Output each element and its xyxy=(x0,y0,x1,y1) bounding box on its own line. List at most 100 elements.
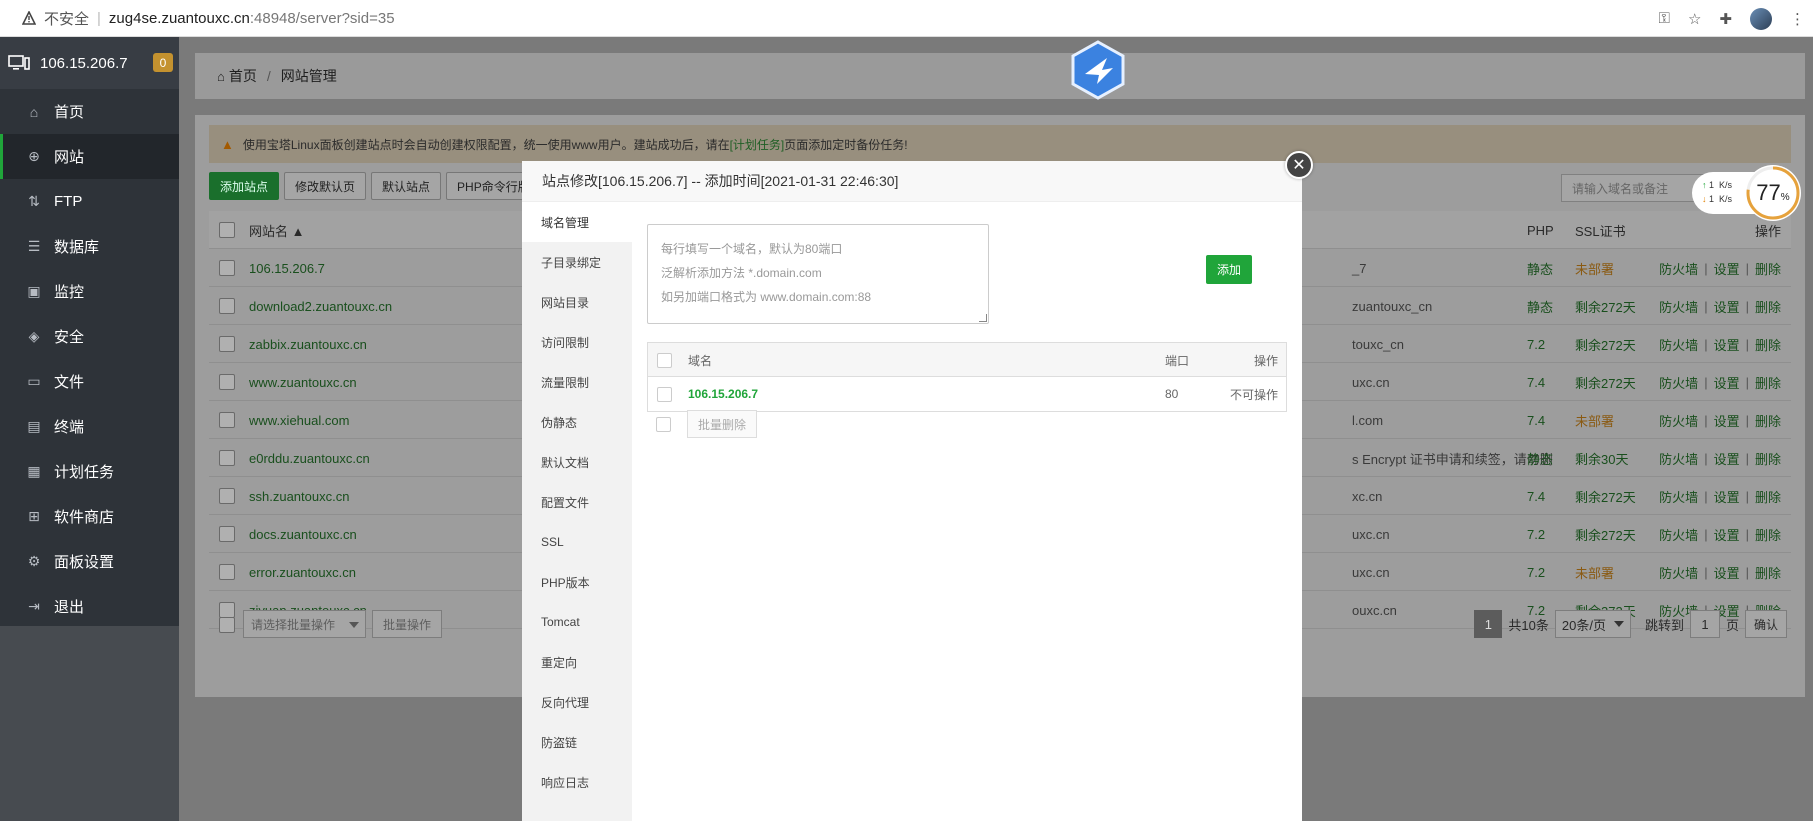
php-version[interactable]: 7.4 xyxy=(1527,477,1545,515)
firewall-link[interactable]: 防火墙 xyxy=(1659,373,1698,392)
delete-link[interactable]: 删除 xyxy=(1755,449,1781,468)
sidebar-item-security[interactable]: ◈ 安全 xyxy=(0,314,179,359)
breadcrumb-home[interactable]: 首页 xyxy=(229,66,257,86)
row-checkbox[interactable] xyxy=(219,260,235,276)
jump-confirm-button[interactable]: 确认 xyxy=(1744,610,1787,638)
modal-tab[interactable]: 伪静态 xyxy=(522,402,632,442)
sidebar-item-terminal[interactable]: ▤ 终端 xyxy=(0,404,179,449)
domain-value[interactable]: 106.15.206.7 xyxy=(688,377,758,411)
row-checkbox[interactable] xyxy=(219,336,235,352)
sidebar-item-logout[interactable]: ⇥ 退出 xyxy=(0,584,179,629)
delete-link[interactable]: 删除 xyxy=(1755,487,1781,506)
ssl-status[interactable]: 剩余30天 xyxy=(1575,439,1628,477)
site-name-link[interactable]: www.zuantouxc.cn xyxy=(249,363,357,401)
firewall-link[interactable]: 防火墙 xyxy=(1659,259,1698,278)
site-name-link[interactable]: docs.zuantouxc.cn xyxy=(249,515,357,553)
row-checkbox[interactable] xyxy=(219,412,235,428)
modal-tab[interactable]: 网站目录 xyxy=(522,282,632,322)
settings-link[interactable]: 设置 xyxy=(1714,297,1740,316)
delete-link[interactable]: 删除 xyxy=(1755,525,1781,544)
delete-link[interactable]: 删除 xyxy=(1755,335,1781,354)
add-site-button[interactable]: 添加站点 xyxy=(209,172,280,200)
key-icon[interactable]: ⚿ xyxy=(1659,10,1670,27)
default-site-button[interactable]: 默认站点 xyxy=(371,172,442,200)
domain-row-checkbox[interactable] xyxy=(657,386,672,402)
modal-tab[interactable]: 响应日志 xyxy=(522,762,632,802)
sidebar-item-monitor[interactable]: ▣ 监控 xyxy=(0,269,179,314)
star-icon[interactable]: ☆ xyxy=(1688,10,1701,28)
row-checkbox[interactable] xyxy=(219,450,235,466)
site-name-link[interactable]: download2.zuantouxc.cn xyxy=(249,287,392,325)
batch-operation-button[interactable]: 批量操作 xyxy=(372,610,443,638)
ssl-status[interactable]: 剩余272天 xyxy=(1575,477,1636,515)
site-name-link[interactable]: 106.15.206.7 xyxy=(249,249,325,287)
modal-tab[interactable]: 配置文件 xyxy=(522,482,632,522)
delete-link[interactable]: 删除 xyxy=(1755,373,1781,392)
firewall-link[interactable]: 防火墙 xyxy=(1659,411,1698,430)
ssl-status[interactable]: 未部署 xyxy=(1575,249,1614,287)
modal-tab[interactable]: Tomcat xyxy=(522,602,632,642)
site-name-link[interactable]: e0rddu.zuantouxc.cn xyxy=(249,439,370,477)
sidebar-item-database[interactable]: ☰ 数据库 xyxy=(0,224,179,269)
modal-tab[interactable]: 流量限制 xyxy=(522,362,632,402)
settings-link[interactable]: 设置 xyxy=(1714,563,1740,582)
ssl-status[interactable]: 剩余272天 xyxy=(1575,515,1636,553)
php-version[interactable]: 7.2 xyxy=(1527,553,1545,591)
cron-link[interactable]: [计划任务] xyxy=(730,136,785,153)
delete-link[interactable]: 删除 xyxy=(1755,563,1781,582)
sidebar-item-cron[interactable]: ▦ 计划任务 xyxy=(0,449,179,494)
extensions-icon[interactable]: ✚ xyxy=(1719,10,1732,28)
page-current[interactable]: 1 xyxy=(1474,610,1503,638)
notification-badge[interactable]: 0 xyxy=(153,53,173,72)
add-domain-button[interactable]: 添加 xyxy=(1206,255,1252,284)
row-checkbox[interactable] xyxy=(219,526,235,542)
ssl-status[interactable]: 剩余272天 xyxy=(1575,287,1636,325)
sidebar-item-store[interactable]: ⊞ 软件商店 xyxy=(0,494,179,539)
batch-delete-button[interactable]: 批量删除 xyxy=(687,410,757,438)
row-checkbox[interactable] xyxy=(219,298,235,314)
delete-link[interactable]: 删除 xyxy=(1755,411,1781,430)
ssl-status[interactable]: 未部署 xyxy=(1575,401,1614,439)
modal-tab[interactable]: 重定向 xyxy=(522,642,632,682)
delete-link[interactable]: 删除 xyxy=(1755,297,1781,316)
domain-batch-checkbox[interactable] xyxy=(656,417,671,432)
site-name-link[interactable]: ssh.zuantouxc.cn xyxy=(249,477,349,515)
domain-textarea[interactable]: 每行填写一个域名，默认为80端口 泛解析添加方法 *.domain.com 如另… xyxy=(647,224,989,324)
modal-tab[interactable]: 防盗链 xyxy=(522,722,632,762)
load-gauge[interactable]: 77% xyxy=(1745,165,1801,221)
per-page-select[interactable]: 20条/页 xyxy=(1554,610,1631,638)
firewall-link[interactable]: 防火墙 xyxy=(1659,449,1698,468)
firewall-link[interactable]: 防火墙 xyxy=(1659,563,1698,582)
sidebar-item-website[interactable]: ⊕ 网站 xyxy=(0,134,179,179)
firewall-link[interactable]: 防火墙 xyxy=(1659,487,1698,506)
row-checkbox[interactable] xyxy=(219,564,235,580)
modal-tab[interactable]: 访问限制 xyxy=(522,322,632,362)
address-bar[interactable]: 不安全 | zug4se.zuantouxc.cn:48948/server?s… xyxy=(0,0,395,37)
ssl-status[interactable]: 未部署 xyxy=(1575,553,1614,591)
jump-page-input[interactable]: 1 xyxy=(1689,610,1720,638)
site-name-link[interactable]: www.xiehual.com xyxy=(249,401,349,439)
settings-link[interactable]: 设置 xyxy=(1714,335,1740,354)
profile-avatar[interactable] xyxy=(1750,7,1772,30)
batch-operation-select[interactable]: 请选择批量操作 xyxy=(243,610,366,638)
modal-tab[interactable]: SSL xyxy=(522,522,632,562)
modal-tab[interactable]: 域名管理 xyxy=(522,202,632,242)
php-version[interactable]: 7.4 xyxy=(1527,363,1545,401)
settings-link[interactable]: 设置 xyxy=(1714,525,1740,544)
sidebar-item-ftp[interactable]: ⇅ FTP xyxy=(0,179,179,224)
modal-tab[interactable]: 反向代理 xyxy=(522,682,632,722)
sidebar-item-files[interactable]: ▭ 文件 xyxy=(0,359,179,404)
more-menu-icon[interactable]: ⋮ xyxy=(1790,10,1805,28)
ssl-status[interactable]: 剩余272天 xyxy=(1575,363,1636,401)
site-name-link[interactable]: error.zuantouxc.cn xyxy=(249,553,356,591)
site-name-link[interactable]: zabbix.zuantouxc.cn xyxy=(249,325,367,363)
ssl-status[interactable]: 剩余272天 xyxy=(1575,325,1636,363)
footer-select-all-checkbox[interactable] xyxy=(219,617,235,633)
edit-default-page-button[interactable]: 修改默认页 xyxy=(284,172,367,200)
settings-link[interactable]: 设置 xyxy=(1714,411,1740,430)
php-version[interactable]: 7.4 xyxy=(1527,401,1545,439)
row-checkbox[interactable] xyxy=(219,488,235,504)
modal-tab[interactable]: PHP版本 xyxy=(522,562,632,602)
settings-link[interactable]: 设置 xyxy=(1714,373,1740,392)
close-icon[interactable]: ✕ xyxy=(1285,151,1313,179)
